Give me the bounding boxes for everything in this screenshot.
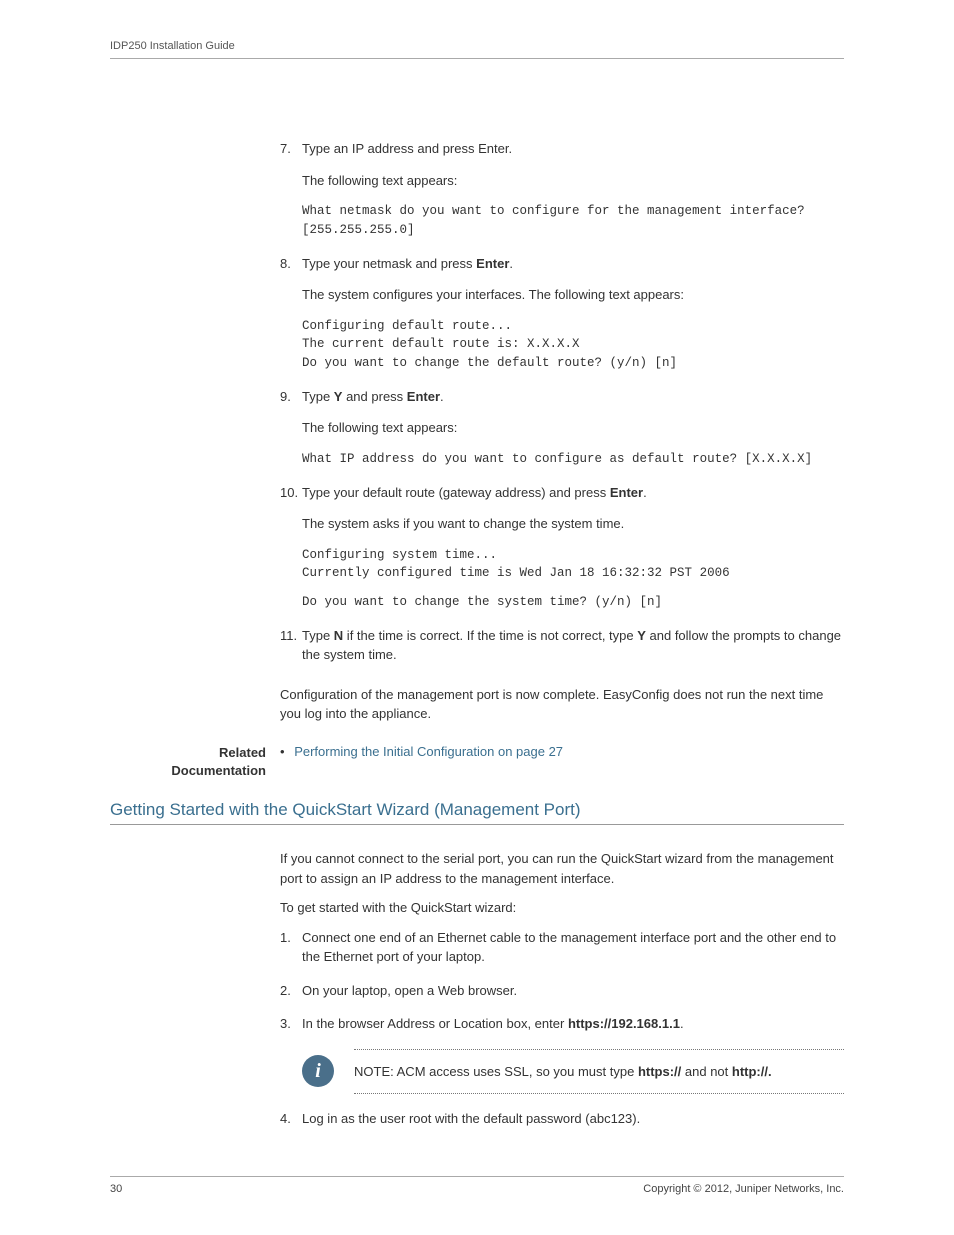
step-text: Type N if the time is correct. If the ti… [302,628,841,663]
step-1: 1. Connect one end of an Ethernet cable … [280,928,844,967]
doc-header: IDP250 Installation Guide [110,40,844,59]
following-text: The following text appears: [302,418,844,438]
section-heading: Getting Started with the QuickStart Wiza… [110,800,844,825]
page-number: 30 [110,1183,122,1195]
step-3: 3. In the browser Address or Location bo… [280,1014,844,1094]
step-number: 7. [280,139,291,159]
step-2: 2. On your laptop, open a Web browser. [280,981,844,1001]
step-8: 8. Type your netmask and press Enter. Th… [280,254,844,373]
console-output: What IP address do you want to configure… [302,450,844,469]
info-icon: i [302,1055,334,1087]
step-10: 10. Type your default route (gateway add… [280,483,844,612]
step-11: 11. Type N if the time is correct. If th… [280,626,844,665]
procedure-list-b: 1. Connect one end of an Ethernet cable … [280,928,844,1129]
step-text: Type Y and press Enter. [302,389,444,404]
step-number: 4. [280,1109,291,1129]
step-text: Connect one end of an Ethernet cable to … [302,930,836,965]
following-text: The system configures your interfaces. T… [302,285,844,305]
step-4: 4. Log in as the user root with the defa… [280,1109,844,1129]
note-text: NOTE: ACM access uses SSL, so you must t… [354,1049,844,1095]
step-9: 9. Type Y and press Enter. The following… [280,387,844,469]
lead-in: To get started with the QuickStart wizar… [280,898,844,918]
step-text: On your laptop, open a Web browser. [302,983,517,998]
bullet-icon: • [280,744,285,759]
step-text: Log in as the user root with the default… [302,1111,640,1126]
step-number: 9. [280,387,291,407]
step-number: 10. [280,483,298,503]
main-content: 7. Type an IP address and press Enter. T… [280,139,844,724]
step-text: Type your netmask and press Enter. [302,256,513,271]
related-documentation: RelatedDocumentation • Performing the In… [110,744,844,780]
step-number: 1. [280,928,291,948]
related-label: RelatedDocumentation [110,744,280,780]
section-content: If you cannot connect to the serial port… [280,849,844,1129]
console-output: Configuring default route... The current… [302,317,844,373]
step-text: Type your default route (gateway address… [302,485,647,500]
step-number: 3. [280,1014,291,1034]
console-output: Do you want to change the system time? (… [302,593,844,612]
step-number: 11. [280,626,297,646]
step-number: 2. [280,981,291,1001]
procedure-list-a: 7. Type an IP address and press Enter. T… [280,139,844,665]
console-output: What netmask do you want to configure fo… [302,202,844,240]
note-box: i NOTE: ACM access uses SSL, so you must… [302,1049,844,1095]
console-output: Configuring system time... Currently con… [302,546,844,584]
related-link[interactable]: Performing the Initial Configuration on … [294,744,563,759]
following-text: The system asks if you want to change th… [302,514,844,534]
intro-paragraph: If you cannot connect to the serial port… [280,849,844,888]
step-text: Type an IP address and press Enter. [302,141,512,156]
page: IDP250 Installation Guide 7. Type an IP … [0,0,954,1235]
step-text: In the browser Address or Location box, … [302,1016,684,1031]
completion-paragraph: Configuration of the management port is … [280,685,844,724]
related-links: • Performing the Initial Configuration o… [280,744,844,780]
copyright-text: Copyright © 2012, Juniper Networks, Inc. [643,1183,844,1195]
step-number: 8. [280,254,291,274]
following-text: The following text appears: [302,171,844,191]
page-footer: 30 Copyright © 2012, Juniper Networks, I… [110,1176,844,1195]
step-7: 7. Type an IP address and press Enter. T… [280,139,844,240]
